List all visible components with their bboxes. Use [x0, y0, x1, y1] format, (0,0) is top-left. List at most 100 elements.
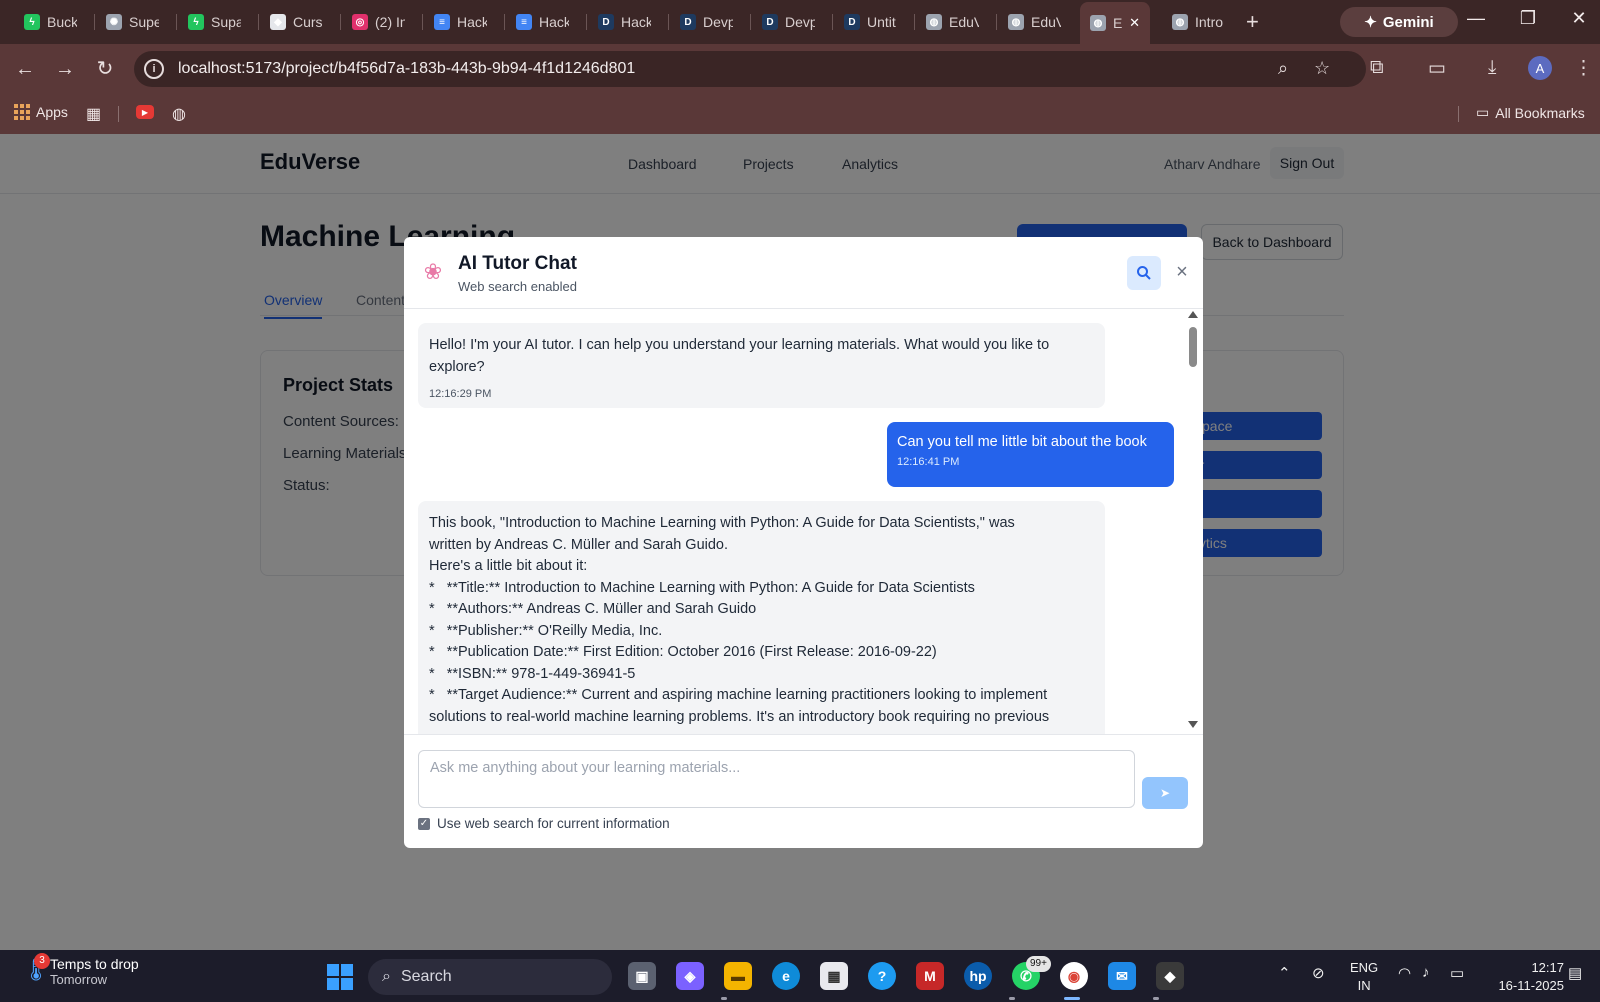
close-icon[interactable]: ×	[1172, 259, 1192, 285]
notification-icon[interactable]: ▤	[1568, 964, 1582, 982]
taskbar-search-label: Search	[400, 968, 452, 985]
tab-title: Curs	[293, 14, 323, 30]
all-bookmarks-folder[interactable]: ▭ All Bookmarks	[1476, 104, 1585, 121]
menu-kebab-icon[interactable]: ⋮	[1574, 57, 1593, 80]
system-clock[interactable]: 12:17 16-11-2025	[1486, 959, 1564, 995]
bookmark-star-icon[interactable]: ☆	[1314, 58, 1330, 79]
chat-input[interactable]	[418, 750, 1135, 808]
tab-title: (2) In	[375, 14, 405, 30]
download-icon[interactable]: ⤓	[1488, 57, 1496, 79]
scrollbar-thumb[interactable]	[1189, 327, 1197, 367]
tab-title: Hack	[457, 14, 487, 30]
windows-start-icon[interactable]	[327, 964, 353, 990]
restore-icon[interactable]: ❐	[1513, 8, 1543, 29]
tab-groups-icon[interactable]: ▦	[86, 104, 101, 124]
apps-bookmark[interactable]: Apps	[14, 104, 68, 120]
browser-tab[interactable]: ◎ (2) In	[342, 6, 422, 38]
forward-arrow-icon[interactable]: →	[52, 56, 78, 82]
assistant-message-book: This book, "Introduction to Machine Lear…	[418, 501, 1105, 734]
youtube-icon[interactable]: ▶	[136, 105, 154, 119]
zoom-icon[interactable]: ⌕	[1278, 58, 1288, 79]
close-tab-icon[interactable]: ✕	[1129, 15, 1140, 31]
tab-title: Supe	[129, 14, 159, 30]
instagram-icon: ◎	[352, 14, 368, 30]
copilot-icon[interactable]: ◈	[676, 962, 704, 990]
back-arrow-icon[interactable]: ←	[12, 56, 38, 82]
extensions-icon[interactable]: ⧉	[1370, 57, 1384, 79]
web-search-checkbox[interactable]: ✓	[418, 817, 430, 830]
browser-tab[interactable]: ≡ Hack	[424, 6, 504, 38]
web-search-toggle[interactable]	[1127, 256, 1161, 290]
tab-separator	[668, 14, 669, 30]
browser-tab[interactable]: ◍ EduV	[998, 6, 1078, 38]
devpost-icon: D	[598, 14, 614, 30]
outlook-icon[interactable]: ✉	[1108, 962, 1136, 990]
chat-messages[interactable]: Hello! I'm your AI tutor. I can help you…	[404, 309, 1203, 735]
mcafee-icon[interactable]: M	[916, 962, 944, 990]
battery-icon[interactable]: ▭	[1450, 964, 1464, 982]
profile-avatar[interactable]: A	[1528, 56, 1552, 80]
cursor-icon: ◆	[270, 14, 286, 30]
docs-icon: ≡	[434, 14, 450, 30]
browser-tab[interactable]: ✺ Supe	[96, 6, 176, 38]
volume-icon[interactable]: ♪	[1422, 964, 1430, 981]
tab-separator	[422, 14, 423, 30]
tab-title: Intro	[1195, 14, 1224, 30]
tab-separator	[176, 14, 177, 30]
browser-tab[interactable]: D Devp	[670, 6, 750, 38]
taskbar-search[interactable]: ⌕ Search	[368, 959, 612, 995]
browser-tab[interactable]: ϟ Buck	[14, 6, 94, 38]
globe-icon: ◍	[1172, 14, 1188, 30]
browser-tab[interactable]: D Hack	[588, 6, 668, 38]
message-line: * **ISBN:** 978-1-449-36941-5	[429, 665, 636, 682]
modal-header: ❀ AI Tutor Chat Web search enabled ×	[404, 237, 1203, 309]
chrome-icon[interactable]: ◉	[1060, 962, 1088, 990]
browser-tab[interactable]: D Devp	[752, 6, 832, 38]
task-view-icon[interactable]: ▣	[628, 962, 656, 990]
browser-tab[interactable]: ϟ Supa	[178, 6, 258, 38]
site-info-icon[interactable]: i	[144, 59, 164, 79]
page-viewport: EduVerse Dashboard Projects Analytics At…	[0, 134, 1600, 950]
running-indicator	[1153, 997, 1159, 1000]
weather-widget[interactable]: 🌡 3 Temps to drop Tomorrow	[22, 952, 139, 987]
browser-tab[interactable]: ◆ Curs	[260, 6, 340, 38]
tab-title: EduV	[949, 14, 979, 30]
hp-icon[interactable]: hp	[964, 962, 992, 990]
message-line: * **Publisher:** O'Reilly Media, Inc.	[429, 622, 663, 639]
chevron-up-icon[interactable]: ⌃	[1278, 964, 1291, 982]
language-indicator[interactable]: ENG IN	[1350, 959, 1378, 995]
bookmark-divider	[118, 106, 119, 122]
tab-strip: ϟ Buck ✺ Supe ϟ Supa ◆ Curs ◎ (2) In ≡ Hack ≡ Hack D Ha…	[0, 0, 1600, 44]
ai-tutor-chat-modal: ❀ AI Tutor Chat Web search enabled × Hel…	[404, 237, 1203, 848]
browser-tab[interactable]: D Untit	[834, 6, 914, 38]
edge-icon[interactable]: e	[772, 962, 800, 990]
new-tab-button[interactable]: +	[1246, 10, 1259, 34]
browser-tab[interactable]: ◍ E ✕	[1080, 2, 1150, 44]
send-button[interactable]: ➤	[1142, 777, 1188, 809]
file-explorer-icon[interactable]: ▬	[724, 962, 752, 990]
location-off-icon[interactable]: ⊘	[1312, 964, 1325, 982]
reload-icon[interactable]: ↻	[92, 56, 118, 82]
close-window-icon[interactable]: ✕	[1564, 8, 1594, 29]
tab-separator	[94, 14, 95, 30]
browser-tab[interactable]: ≡ Hack	[506, 6, 586, 38]
weather-headline: Temps to drop	[50, 956, 139, 972]
message-line: * **Authors:** Andreas C. Müller and Sar…	[429, 601, 757, 617]
scroll-up-arrow-icon[interactable]	[1188, 311, 1198, 318]
weather-app-icon[interactable]: ?	[868, 962, 896, 990]
bolt-icon: ϟ	[24, 14, 40, 30]
address-bar[interactable]: i localhost:5173/project/b4f56d7a-183b-4…	[134, 51, 1366, 87]
devpost-icon: D	[844, 14, 860, 30]
browser-tab[interactable]: ◍ EduV	[916, 6, 996, 38]
app-cube-icon[interactable]: ◆	[1156, 962, 1184, 990]
wifi-icon[interactable]: ◠	[1398, 964, 1411, 982]
browser-tab[interactable]: ◍ Intro	[1162, 6, 1242, 38]
cast-icon[interactable]: ▭	[1428, 57, 1446, 80]
weather-badge: 3	[34, 952, 50, 969]
globe-bookmark-icon[interactable]: ◍	[172, 104, 186, 124]
minimize-icon[interactable]: —	[1461, 8, 1491, 29]
store-icon[interactable]: ▦	[820, 962, 848, 990]
gemini-button[interactable]: ✦ Gemini	[1340, 7, 1458, 37]
scroll-down-arrow-icon[interactable]	[1188, 721, 1198, 728]
web-search-option[interactable]: ✓ Use web search for current information	[418, 816, 670, 831]
